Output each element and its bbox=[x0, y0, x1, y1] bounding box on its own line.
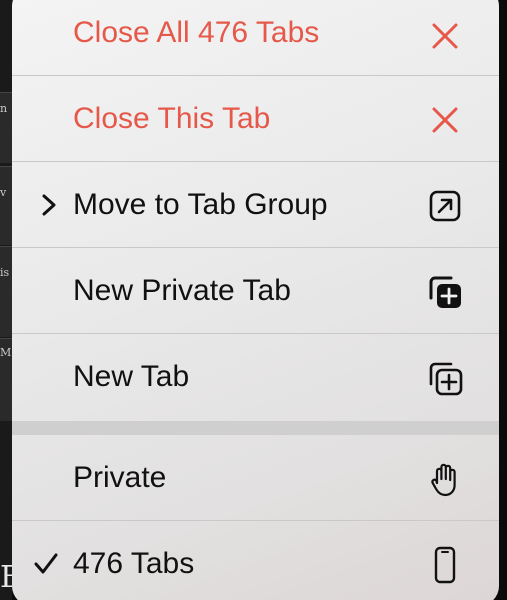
close-all-tabs-label: Close All 476 Tabs bbox=[73, 16, 320, 49]
new-tab-label: New Tab bbox=[73, 360, 190, 393]
background-tab-card: is bbox=[0, 246, 12, 337]
tabs-group-label: 476 Tabs bbox=[73, 547, 195, 580]
background-card-text: v bbox=[0, 186, 7, 199]
private-tab-group-item[interactable]: Private bbox=[12, 435, 499, 521]
private-group-label: Private bbox=[73, 461, 167, 494]
arrow-up-right-square-icon bbox=[429, 190, 461, 222]
close-all-tabs-item[interactable]: Close All 476 Tabs bbox=[12, 0, 499, 76]
background-card-text: M bbox=[0, 346, 12, 359]
background-letter: B bbox=[0, 560, 12, 595]
close-icon bbox=[432, 107, 458, 133]
move-to-tab-group-item[interactable]: Move to Tab Group bbox=[12, 162, 499, 248]
background-tab-card: n bbox=[0, 92, 12, 163]
background-tab-card: M bbox=[0, 338, 12, 421]
background-tab-card: v bbox=[0, 166, 12, 245]
close-icon bbox=[432, 23, 458, 49]
checkmark-icon bbox=[34, 553, 58, 574]
close-this-tab-label: Close This Tab bbox=[73, 102, 271, 135]
close-this-tab-item[interactable]: Close This Tab bbox=[12, 76, 499, 162]
hand-raised-icon bbox=[431, 463, 456, 497]
background-card-text: n bbox=[0, 102, 8, 115]
iphone-icon bbox=[434, 546, 456, 584]
new-private-tab-label: New Private Tab bbox=[73, 274, 291, 307]
background-card-text: is bbox=[0, 266, 10, 279]
menu-group-separator bbox=[12, 421, 499, 435]
new-tab-item[interactable]: New Tab bbox=[12, 334, 499, 420]
tabs-group-item[interactable]: 476 Tabs bbox=[12, 521, 499, 600]
tab-overview-background: n v is M B Close All 476 Tabs Close This… bbox=[0, 0, 507, 600]
chevron-right-icon bbox=[42, 194, 56, 216]
new-private-tab-item[interactable]: New Private Tab bbox=[12, 248, 499, 334]
plus-square-on-square-icon bbox=[429, 362, 463, 396]
plus-square-on-square-filled-icon bbox=[429, 276, 461, 308]
move-to-tab-group-label: Move to Tab Group bbox=[73, 188, 328, 221]
tab-context-menu: Close All 476 Tabs Close This Tab Move t… bbox=[12, 0, 499, 600]
